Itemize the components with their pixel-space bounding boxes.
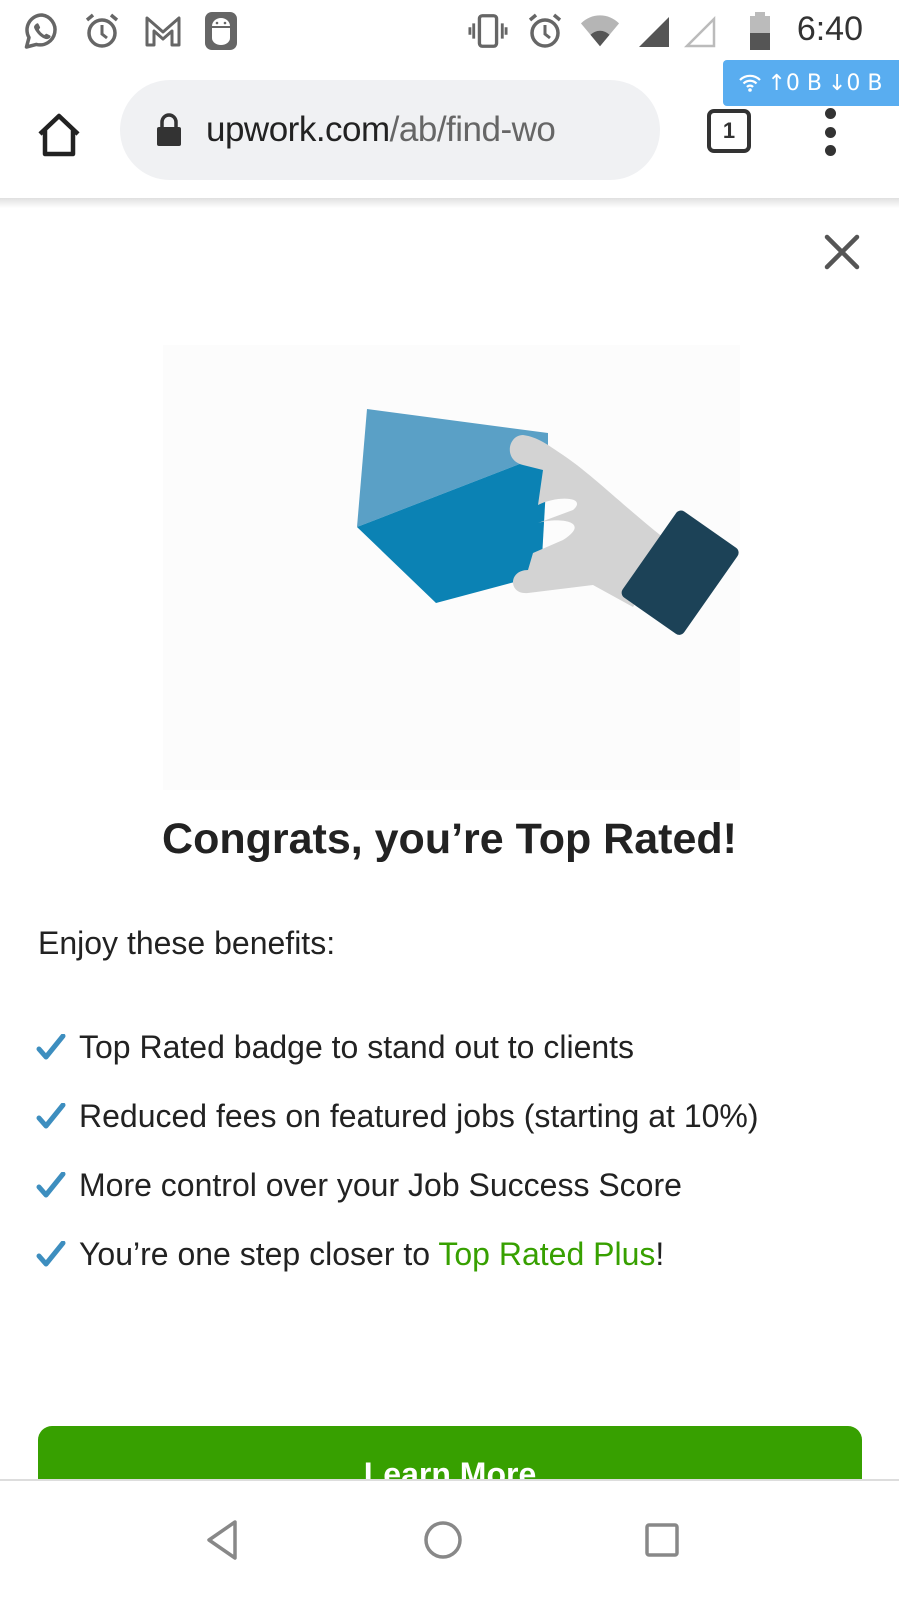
network-speed-badge: ↑0 B ↓0 B	[723, 60, 899, 106]
whatsapp-icon	[22, 10, 62, 52]
home-icon	[38, 113, 80, 157]
hand-holding-gem-illustration	[357, 409, 739, 635]
benefit-item: Reduced fees on featured jobs (starting …	[36, 1093, 856, 1139]
tab-count: 1	[722, 118, 736, 143]
vibrate-icon	[468, 10, 508, 52]
battery-icon	[740, 10, 780, 52]
overflow-menu-button[interactable]	[815, 102, 845, 162]
checkmark-icon	[36, 1162, 70, 1208]
checkmark-icon	[36, 1231, 70, 1277]
menu-dot	[824, 145, 836, 156]
home-nav-button[interactable]	[418, 1515, 468, 1565]
wifi-icon	[580, 10, 620, 52]
alarm-icon	[525, 10, 565, 52]
gmail-icon	[143, 10, 183, 52]
android-icon	[201, 10, 241, 52]
clock-time: 6:40	[796, 10, 863, 48]
signal-icon	[633, 10, 673, 52]
wifi-icon	[739, 74, 762, 92]
benefit-text: More control over your Job Success Score	[79, 1167, 682, 1203]
home-circle-icon	[424, 1521, 462, 1559]
back-button[interactable]	[198, 1515, 248, 1565]
benefit-text: Reduced fees on featured jobs (starting …	[79, 1098, 759, 1134]
back-icon	[207, 1520, 237, 1560]
benefit-item: Top Rated badge to stand out to clients	[36, 1024, 856, 1070]
checkmark-icon	[36, 1093, 70, 1139]
benefit-item: More control over your Job Success Score	[36, 1162, 856, 1208]
close-icon	[824, 234, 860, 270]
toolbar-shadow	[0, 198, 899, 208]
menu-dot	[824, 126, 836, 138]
checkmark-icon	[36, 1024, 70, 1070]
modal-title: Congrats, you’re Top Rated!	[162, 815, 737, 863]
home-button[interactable]	[30, 106, 88, 164]
tab-switcher-button[interactable]: 1	[707, 109, 751, 153]
download-speed: ↓0 B	[828, 70, 883, 96]
upload-speed: ↑0 B	[767, 70, 822, 96]
benefits-list: Top Rated badge to stand out to clients …	[36, 1024, 856, 1300]
alarm-icon	[82, 10, 122, 52]
top-rated-plus-link[interactable]: Top Rated Plus	[438, 1236, 655, 1272]
signal-empty-icon	[680, 10, 720, 52]
benefit-text-after: !	[655, 1236, 665, 1272]
top-rated-illustration	[163, 345, 740, 790]
url-text: upwork.com/ab/find-wo	[206, 110, 556, 150]
recents-button[interactable]	[637, 1515, 687, 1565]
benefit-text: Top Rated badge to stand out to clients	[79, 1029, 635, 1065]
status-bar: 6:40	[0, 0, 899, 62]
url-path: /ab/find-wo	[389, 110, 556, 149]
url-host: upwork.com	[206, 110, 390, 149]
benefit-text-before: You’re one step closer to	[79, 1236, 439, 1272]
benefits-intro: Enjoy these benefits:	[38, 925, 336, 961]
benefit-text: You’re one step closer to Top Rated Plus…	[79, 1231, 664, 1277]
lock-icon	[157, 113, 181, 146]
menu-dot	[824, 108, 836, 119]
close-button[interactable]	[822, 232, 862, 272]
recents-icon	[645, 1523, 679, 1557]
url-bar[interactable]: upwork.com/ab/find-wo	[120, 80, 660, 180]
android-nav-bar	[0, 1479, 899, 1599]
benefit-item: You’re one step closer to Top Rated Plus…	[36, 1231, 856, 1277]
